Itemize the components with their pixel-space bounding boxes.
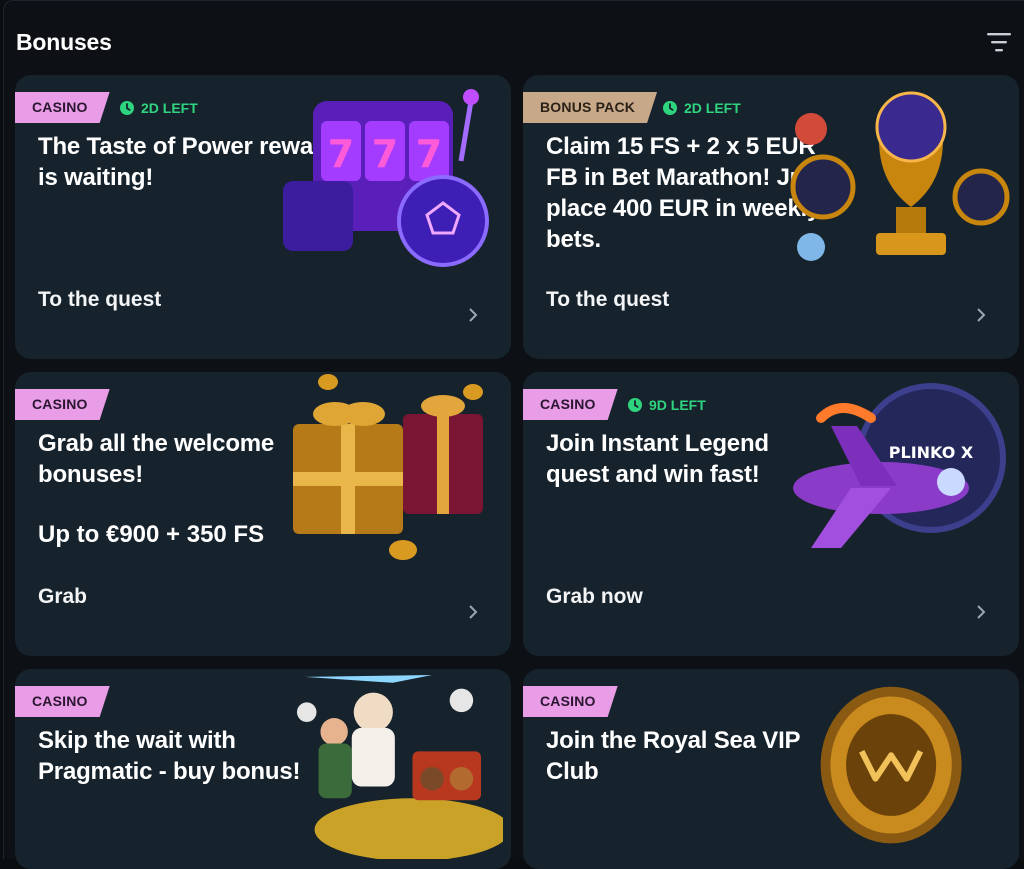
category-tag: CASINO bbox=[523, 686, 618, 717]
grab-now-link[interactable]: Grab now bbox=[546, 585, 643, 609]
zeus-gold-illustration bbox=[296, 674, 503, 859]
plane-plinko-illustration: PLINKO X bbox=[793, 383, 1006, 548]
time-left-badge: 2D LEFT bbox=[662, 99, 741, 117]
vip-coin-illustration bbox=[820, 686, 962, 844]
svg-text:7: 7 bbox=[372, 132, 398, 176]
category-tag: CASINO bbox=[15, 389, 110, 420]
chevron-right-icon bbox=[977, 308, 986, 322]
category-tag: CASINO bbox=[15, 92, 110, 123]
chevron-right-icon bbox=[469, 308, 478, 322]
clock-icon bbox=[120, 101, 134, 115]
gift-boxes-illustration bbox=[293, 374, 483, 560]
svg-text:7: 7 bbox=[416, 132, 442, 176]
bonus-card-instant-legend[interactable]: CASINO 9D LEFT Join Instant Legend quest… bbox=[523, 372, 1019, 656]
quest-link[interactable]: To the quest bbox=[546, 288, 669, 312]
time-left-badge: 2D LEFT bbox=[119, 99, 198, 117]
svg-text:7: 7 bbox=[328, 132, 354, 176]
bonus-card-taste-of-power[interactable]: CASINO 2D LEFT The Taste of Power reward… bbox=[15, 75, 511, 359]
chevron-right-icon bbox=[977, 605, 986, 619]
category-tag: CASINO bbox=[523, 389, 618, 420]
trophy-coins-illustration bbox=[790, 91, 1010, 261]
page-title: Bonuses bbox=[16, 29, 112, 55]
clock-icon bbox=[663, 101, 677, 115]
filter-icon bbox=[987, 33, 1011, 52]
quest-link[interactable]: To the quest bbox=[38, 288, 161, 312]
time-left-badge: 9D LEFT bbox=[627, 396, 706, 414]
slot-machine-ball-illustration: 7 7 7 bbox=[283, 89, 489, 267]
header: Bonuses bbox=[16, 25, 1016, 61]
bonus-card-welcome-bonuses[interactable]: CASINO Grab all the welcome bonuses! Up … bbox=[15, 372, 511, 656]
svg-text:PLINKO X: PLINKO X bbox=[889, 443, 974, 462]
bonus-card-royal-sea-vip[interactable]: CASINO Join the Royal Sea VIP Club bbox=[523, 669, 1019, 869]
category-tag: CASINO bbox=[15, 686, 110, 717]
grab-link[interactable]: Grab bbox=[38, 585, 87, 609]
bonus-card-pragmatic[interactable]: CASINO Skip the wait with Pragmatic - bu… bbox=[15, 669, 511, 869]
filter-button[interactable] bbox=[984, 27, 1014, 57]
chevron-right-icon bbox=[469, 605, 478, 619]
clock-icon bbox=[628, 398, 642, 412]
category-tag: BONUS PACK bbox=[523, 92, 657, 123]
bonus-card-bet-marathon[interactable]: BONUS PACK 2D LEFT Claim 15 FS + 2 x 5 E… bbox=[523, 75, 1019, 359]
card-subtitle: Up to €900 + 350 FS bbox=[38, 521, 265, 548]
